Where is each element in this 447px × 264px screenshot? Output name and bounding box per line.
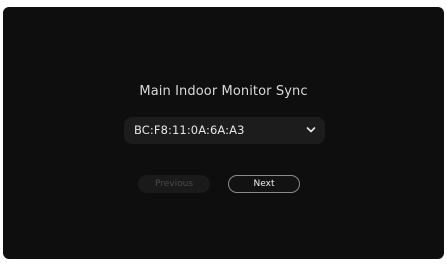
- device-select[interactable]: BC:F8:11:0A:6A:A3: [124, 117, 325, 144]
- next-button[interactable]: Next: [228, 175, 300, 193]
- device-select-value: BC:F8:11:0A:6A:A3: [134, 123, 245, 137]
- page-title: Main Indoor Monitor Sync: [139, 84, 308, 99]
- device-screen: Main Indoor Monitor Sync BC:F8:11:0A:6A:…: [3, 7, 444, 259]
- previous-button[interactable]: Previous: [138, 175, 210, 193]
- chevron-down-icon: [306, 127, 316, 133]
